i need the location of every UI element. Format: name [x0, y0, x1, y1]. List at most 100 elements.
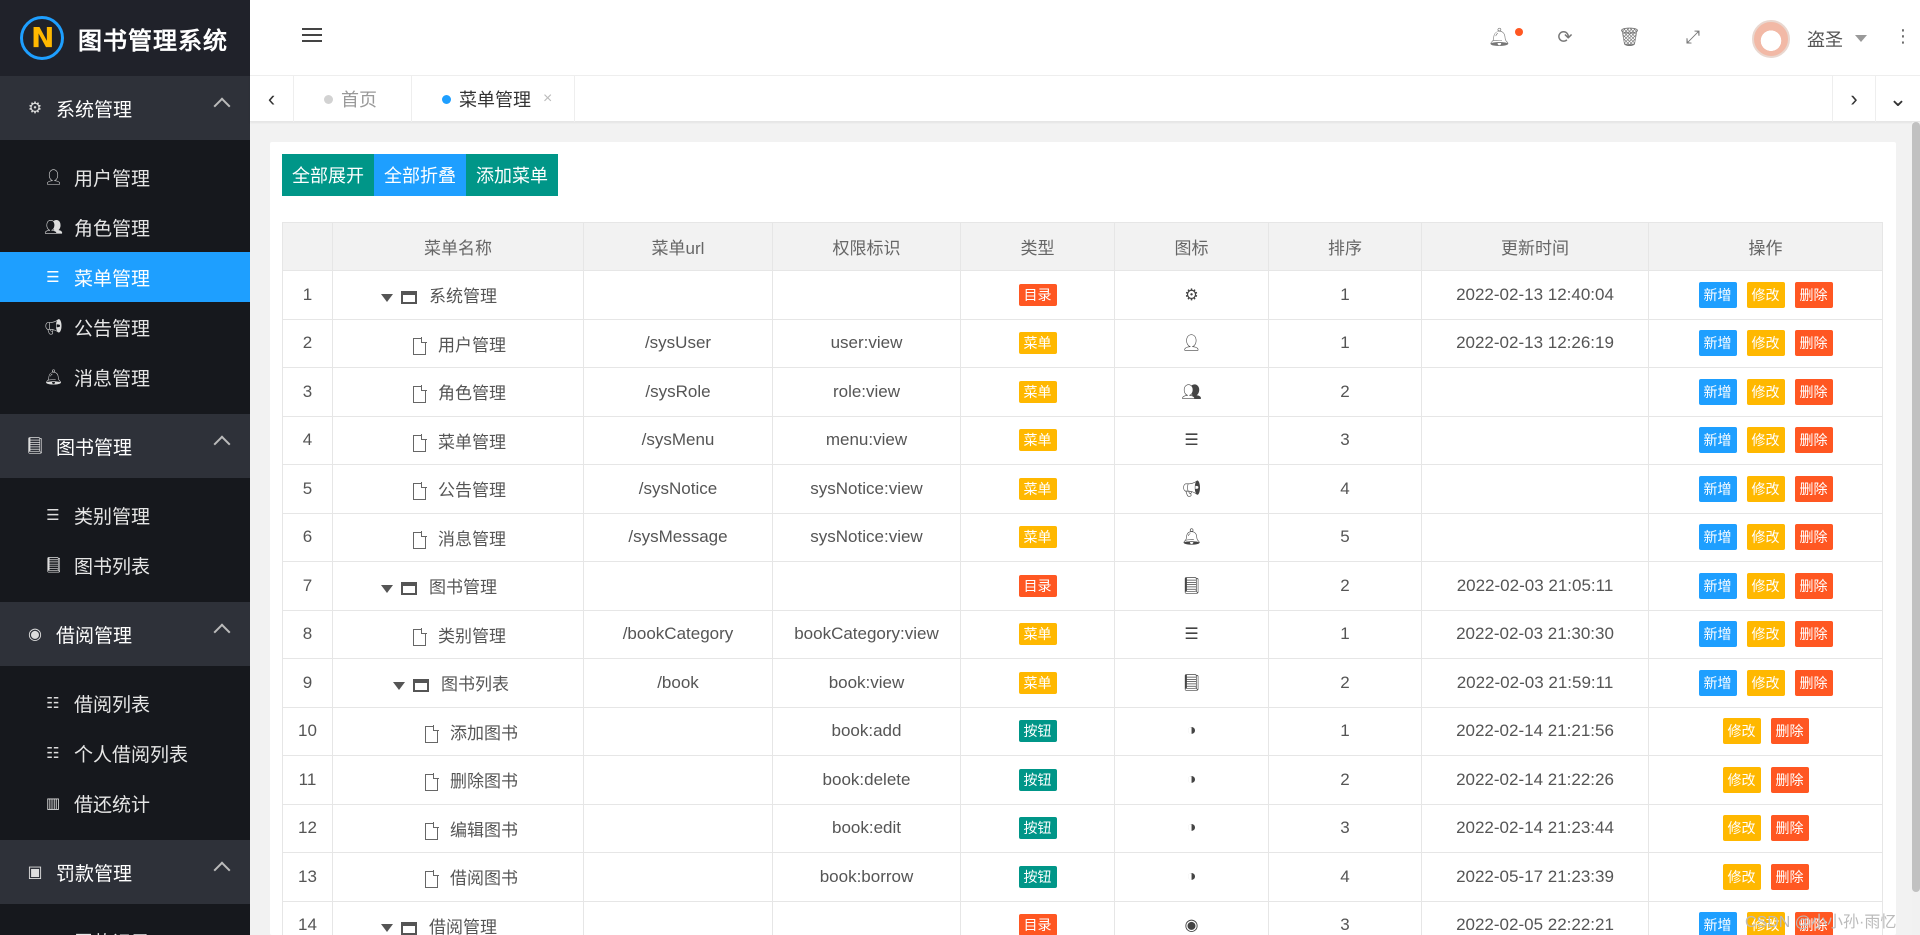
menu-name-cell[interactable]: 编辑图书 [332, 803, 584, 853]
menu-url [583, 706, 773, 756]
expand-arrow-icon[interactable] [381, 293, 393, 302]
delete-button[interactable]: 删除 [1794, 281, 1833, 308]
edit-button[interactable]: 修改 [1746, 475, 1785, 502]
expand-all-button[interactable]: 全部展开 [282, 154, 374, 196]
update-time: 2022-02-14 21:23:44 [1421, 803, 1649, 853]
tab-home[interactable]: 首页 [294, 76, 412, 122]
refresh-icon[interactable]: ⟳ [1554, 26, 1576, 48]
sidebar-item[interactable]: ☷ 借阅列表 [0, 678, 250, 728]
add-button[interactable]: 新增 [1698, 475, 1737, 502]
tab-close-icon[interactable]: × [543, 90, 552, 108]
tab-menu-management[interactable]: 菜单管理 × [412, 76, 576, 122]
row-number: 7 [282, 561, 333, 611]
delete-button[interactable]: 删除 [1794, 669, 1833, 696]
menu-name-cell[interactable]: 图书列表 [332, 658, 584, 708]
sidebar-item[interactable]: 👥︎ 角色管理 [0, 202, 250, 252]
sidebar-item[interactable]: 🔔︎ 消息管理 [0, 352, 250, 402]
sidebar-group-3[interactable]: ▣ 罚款管理 [0, 840, 250, 904]
bell-icon[interactable]: 🔔︎ [1488, 26, 1511, 48]
delete-button[interactable]: 删除 [1770, 863, 1809, 890]
avatar[interactable] [1752, 20, 1790, 58]
add-button[interactable]: 新增 [1698, 621, 1737, 648]
username[interactable]: 盗圣 [1807, 26, 1843, 52]
menu-name-cell[interactable]: 借阅图书 [332, 852, 584, 902]
user-dropdown-caret-icon[interactable] [1855, 35, 1867, 42]
edit-button[interactable]: 修改 [1746, 330, 1785, 357]
delete-button[interactable]: 删除 [1794, 621, 1833, 648]
sidebar-item[interactable]: 📘︎ 图书列表 [0, 540, 250, 590]
delete-button[interactable]: 删除 [1794, 524, 1833, 551]
sidebar-item[interactable]: 👤︎ 用户管理 [0, 152, 250, 202]
edit-button[interactable]: 修改 [1722, 815, 1761, 842]
collapse-all-button[interactable]: 全部折叠 [374, 154, 466, 196]
delete-button[interactable]: 删除 [1770, 766, 1809, 793]
edit-button[interactable]: 修改 [1746, 621, 1785, 648]
delete-button[interactable]: 删除 [1770, 718, 1809, 745]
edit-button[interactable]: 修改 [1746, 378, 1785, 405]
menu-name-cell[interactable]: 角色管理 [332, 367, 584, 417]
more-vertical-icon[interactable]: ⋮ [1894, 26, 1912, 47]
tab-scroll-left-icon[interactable]: ‹ [250, 76, 294, 122]
sidebar-item[interactable]: ▥ 借还统计 [0, 778, 250, 828]
add-button[interactable]: 新增 [1698, 330, 1737, 357]
add-button[interactable]: 新增 [1698, 427, 1737, 454]
delete-button[interactable]: 删除 [1794, 378, 1833, 405]
add-button[interactable]: 新增 [1698, 912, 1737, 935]
delete-button[interactable]: 删除 [1794, 427, 1833, 454]
add-button[interactable]: 新增 [1698, 572, 1737, 599]
add-button[interactable]: 新增 [1698, 281, 1737, 308]
delete-button[interactable]: 删除 [1770, 815, 1809, 842]
add-menu-button[interactable]: 添加菜单 [466, 154, 558, 196]
sidebar-item[interactable]: ☰ 类别管理 [0, 490, 250, 540]
menu-name-cell[interactable]: 公告管理 [332, 464, 584, 514]
sidebar-group-2[interactable]: ◉ 借阅管理 [0, 602, 250, 666]
edit-button[interactable]: 修改 [1722, 718, 1761, 745]
edit-button[interactable]: 修改 [1746, 524, 1785, 551]
adjust-icon: ◑ [1114, 755, 1269, 805]
edit-button[interactable]: 修改 [1722, 766, 1761, 793]
menu-name-cell[interactable]: 用户管理 [332, 318, 584, 368]
sidebar-group-1[interactable]: 📘︎ 图书管理 [0, 414, 250, 478]
menu-name-cell[interactable]: 菜单管理 [332, 415, 584, 465]
page-scrollbar[interactable] [1912, 122, 1920, 935]
menu-name-cell[interactable]: 系统管理 [332, 270, 584, 320]
sidebar-group-label: 罚款管理 [56, 863, 133, 885]
add-button[interactable]: 新增 [1698, 524, 1737, 551]
tab-scroll-right-icon[interactable]: › [1832, 76, 1876, 122]
menu-name-cell[interactable]: 消息管理 [332, 512, 584, 562]
expand-arrow-icon[interactable] [381, 584, 393, 593]
menu-name-cell[interactable]: 添加图书 [332, 706, 584, 756]
menu-name-cell[interactable]: 类别管理 [332, 609, 584, 659]
sidebar-item[interactable]: ☷ 个人借阅列表 [0, 728, 250, 778]
edit-button[interactable]: 修改 [1746, 572, 1785, 599]
add-button[interactable]: 新增 [1698, 669, 1737, 696]
sidebar-item-label: 图书列表 [74, 556, 151, 578]
menu-name-cell[interactable]: 借阅管理 [332, 900, 584, 935]
menu-name-cell[interactable]: 图书管理 [332, 561, 584, 611]
delete-button[interactable]: 删除 [1794, 330, 1833, 357]
sidebar-item[interactable]: ☰ 菜单管理 [0, 252, 250, 302]
scrollbar-thumb[interactable] [1912, 122, 1920, 892]
edit-button[interactable]: 修改 [1746, 669, 1785, 696]
menu-name-cell[interactable]: 删除图书 [332, 755, 584, 805]
sidebar-item[interactable]: 📢︎ 公告管理 [0, 302, 250, 352]
app-logo[interactable]: 图书管理系统 [0, 0, 250, 76]
add-button[interactable]: 新增 [1698, 378, 1737, 405]
sidebar-item[interactable]: ▣ 罚款记录 [0, 916, 250, 935]
delete-button[interactable]: 删除 [1794, 572, 1833, 599]
expand-arrow-icon[interactable] [393, 681, 405, 690]
expand-arrow-icon[interactable] [381, 924, 393, 933]
collapse-sidebar-icon[interactable] [302, 28, 322, 46]
trash-icon[interactable]: 🗑︎ [1618, 26, 1641, 48]
sort-order: 1 [1268, 609, 1422, 659]
delete-button[interactable]: 删除 [1794, 475, 1833, 502]
actions-cell: 新增 修改 删除 [1648, 318, 1883, 368]
sidebar-group-0[interactable]: ⚙ 系统管理 [0, 76, 250, 140]
edit-button[interactable]: 修改 [1746, 427, 1785, 454]
list-icon: ☰ [1114, 415, 1269, 465]
tab-menu-dropdown-icon[interactable]: ⌄ [1876, 76, 1920, 122]
edit-button[interactable]: 修改 [1722, 863, 1761, 890]
row-number: 12 [282, 803, 333, 853]
edit-button[interactable]: 修改 [1746, 281, 1785, 308]
fullscreen-icon[interactable]: ⤢ [1682, 26, 1704, 48]
